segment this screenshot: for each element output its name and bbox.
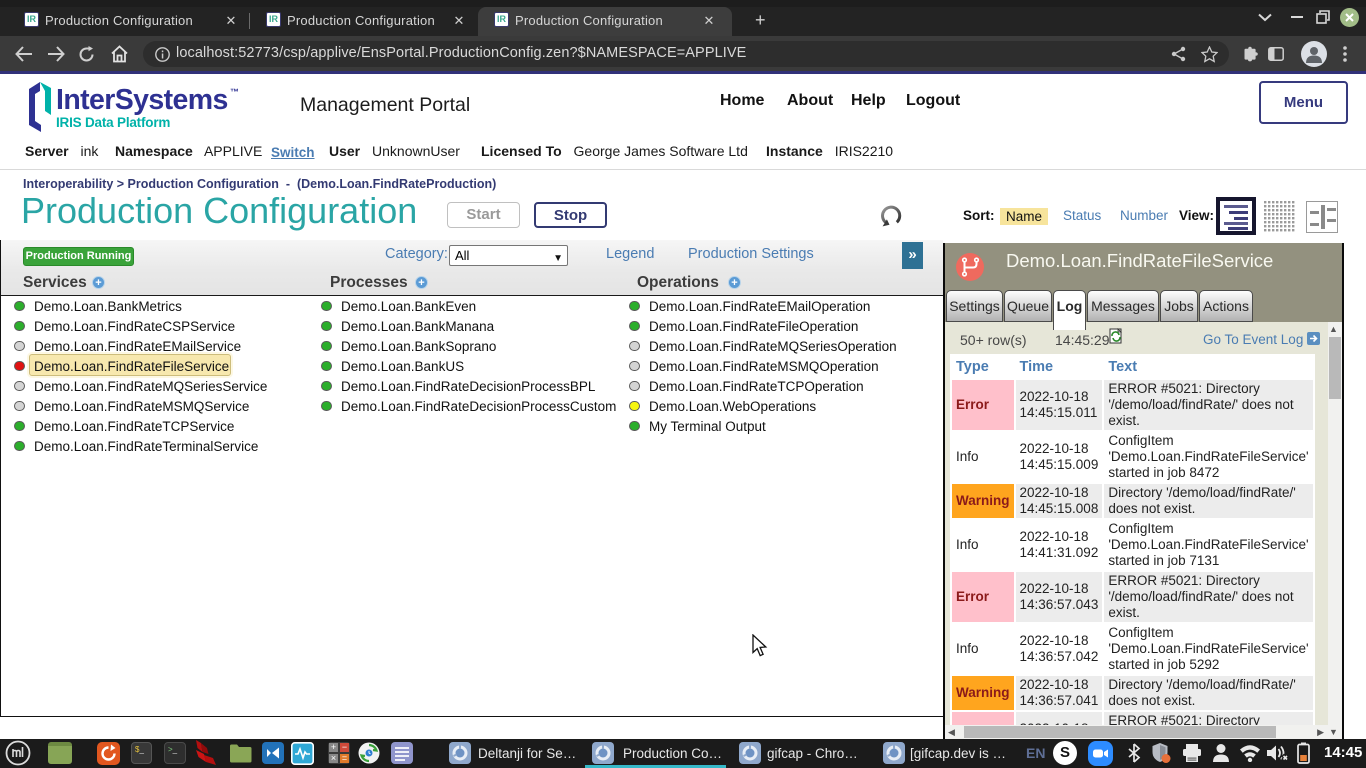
svg-text:InterSystems: InterSystems	[56, 84, 228, 116]
svg-text:IRIS Data Platform: IRIS Data Platform	[56, 115, 170, 130]
svg-text:™: ™	[230, 87, 239, 97]
